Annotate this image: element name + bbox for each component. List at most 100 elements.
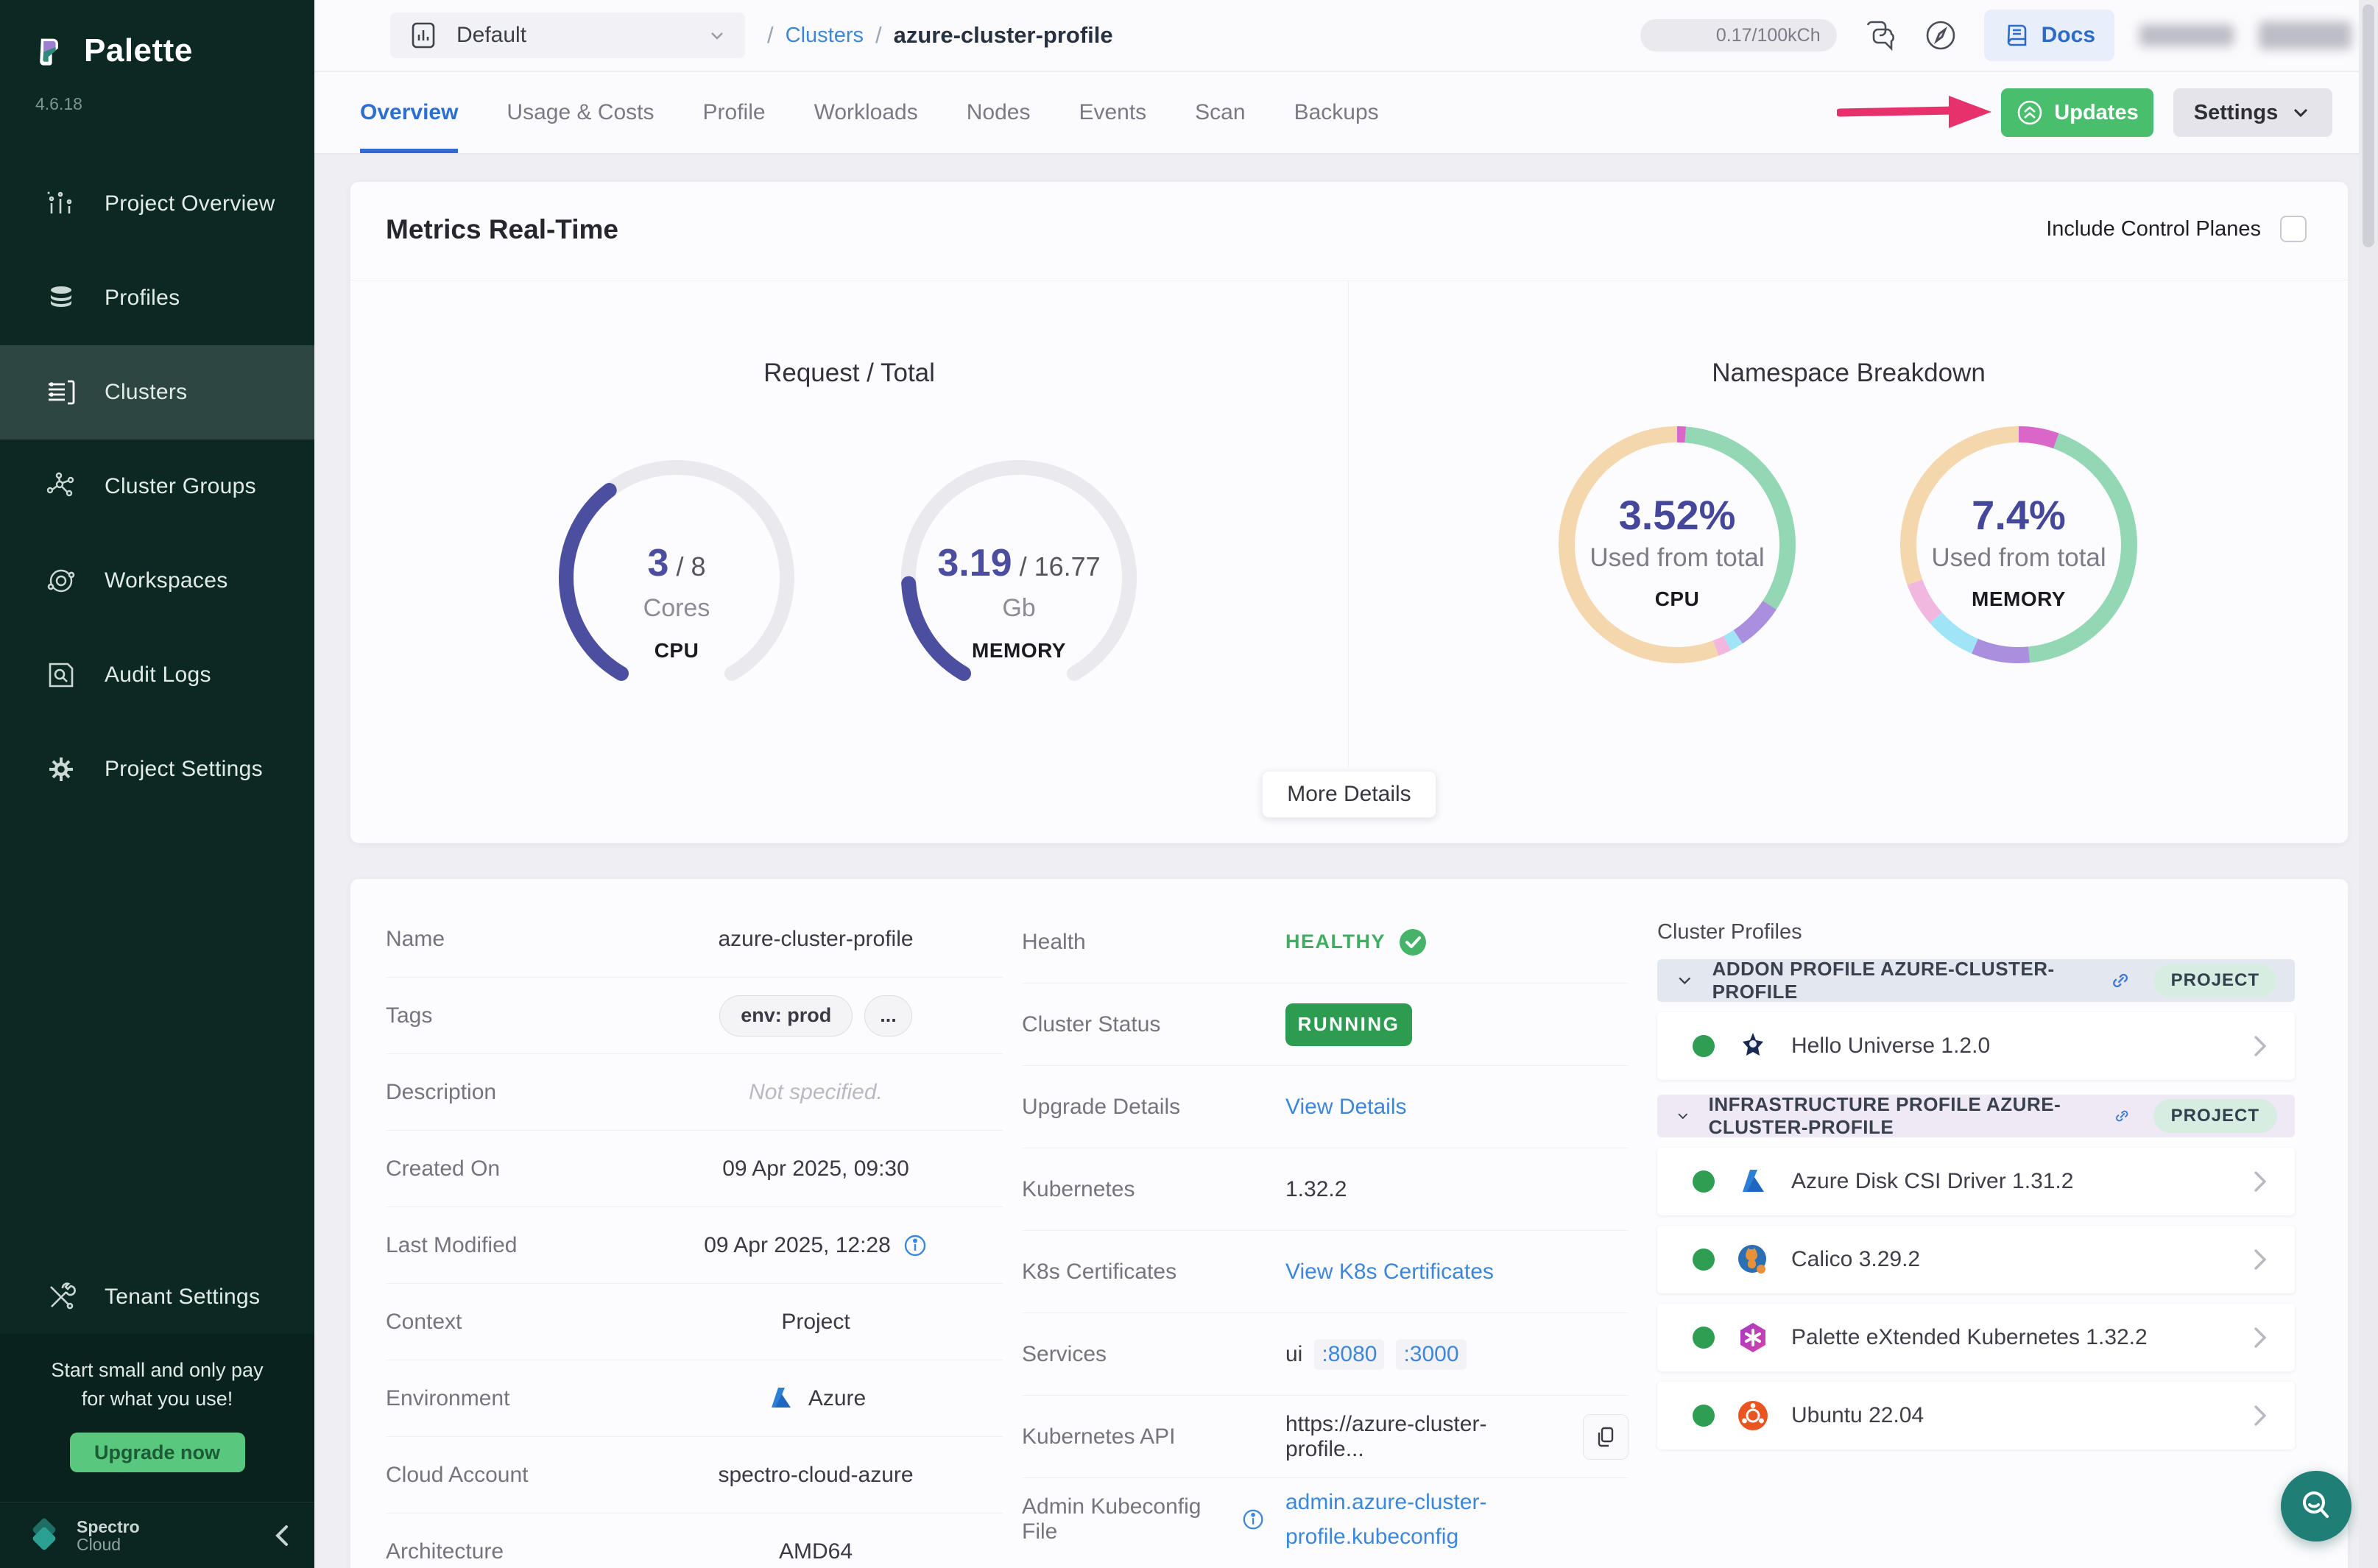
more-details-button[interactable]: More Details [1262, 771, 1436, 818]
info-icon[interactable] [903, 1233, 928, 1258]
tab-usage-costs[interactable]: Usage & Costs [507, 72, 654, 153]
docs-label: Docs [2042, 23, 2095, 48]
tab-workloads[interactable]: Workloads [814, 72, 918, 153]
info-icon[interactable] [1241, 1507, 1265, 1532]
breadcrumb-separator: / [767, 22, 774, 49]
credits-pill: 0.17/100kCh [1640, 19, 1837, 52]
detail-label: Environment [386, 1386, 629, 1411]
collapse-sidebar-icon[interactable] [272, 1521, 294, 1550]
profile-row-calico[interactable]: Calico 3.29.2 [1657, 1226, 2295, 1293]
tab-scan[interactable]: Scan [1195, 72, 1245, 153]
detail-row-upgrade-details: Upgrade Details View Details [1022, 1066, 1629, 1148]
detail-row-health: Health HEALTHY [1022, 901, 1629, 983]
chevron-right-icon [2251, 1031, 2270, 1061]
include-control-planes-checkbox[interactable] [2280, 216, 2307, 242]
detail-label: Cloud Account [386, 1463, 629, 1488]
tab-events[interactable]: Events [1079, 72, 1146, 153]
upgrade-now-button[interactable]: Upgrade now [70, 1433, 245, 1472]
sidebar-item-clusters[interactable]: Clusters [0, 345, 314, 439]
pxk-pack-icon [1735, 1320, 1771, 1355]
chevron-right-icon [2251, 1401, 2270, 1430]
redacted-account-name[interactable] [2259, 21, 2351, 49]
tenant-settings-label: Tenant Settings [105, 1285, 260, 1310]
copy-button[interactable] [1583, 1414, 1629, 1460]
last-modified-value: 09 Apr 2025, 12:28 [704, 1233, 891, 1258]
tab-overview[interactable]: Overview [360, 72, 458, 153]
tab-backups[interactable]: Backups [1294, 72, 1379, 153]
project-badge: PROJECT [2153, 964, 2277, 997]
project-selector[interactable]: Default [390, 13, 745, 58]
kubernetes-api-value: https://azure-cluster-profile... [1285, 1412, 1565, 1462]
context-value: Project [781, 1310, 850, 1335]
addon-profile-header[interactable]: ADDON PROFILE AZURE-CLUSTER-PROFILE PROJ… [1657, 959, 2295, 1002]
kubernetes-version-value: 1.32.2 [1285, 1177, 1347, 1202]
compass-icon[interactable] [1922, 17, 1959, 54]
sidebar-footer: Spectro Cloud [0, 1502, 314, 1568]
scrollbar-thumb[interactable] [2363, 4, 2374, 247]
breadcrumb-clusters-link[interactable]: Clusters [786, 24, 864, 48]
search-icon [2297, 1487, 2335, 1525]
tab-nodes[interactable]: Nodes [967, 72, 1031, 153]
view-k8s-certificates-link[interactable]: View K8s Certificates [1285, 1260, 1494, 1285]
network-icon [44, 470, 78, 504]
cluster-status-badge: RUNNING [1285, 1003, 1412, 1046]
detail-row-services: Services ui :8080 :3000 [1022, 1313, 1629, 1396]
detail-label: Admin Kubeconfig File [1022, 1494, 1231, 1544]
profile-row-palette-extended-k8s[interactable]: Palette eXtended Kubernetes 1.32.2 [1657, 1304, 2295, 1371]
app-version: 4.6.18 [0, 69, 314, 114]
sidebar-item-project-overview[interactable]: Project Overview [0, 157, 314, 251]
service-port-8080-link[interactable]: :8080 [1314, 1339, 1384, 1370]
link-icon[interactable] [2109, 968, 2131, 993]
memory-request-value: 3.19 [937, 541, 1012, 585]
profile-row-ubuntu[interactable]: Ubuntu 22.04 [1657, 1382, 2295, 1449]
memory-gauge-label: MEMORY [972, 639, 1066, 663]
sidebar-item-cluster-groups[interactable]: Cluster Groups [0, 439, 314, 534]
doc-search-icon [44, 658, 78, 692]
cpu-request-total: / 8 [676, 551, 705, 582]
search-fab-button[interactable] [2281, 1471, 2351, 1541]
app-logo: Palette [0, 0, 314, 69]
tag-env-prod[interactable]: env: prod [719, 995, 853, 1036]
sidebar-item-project-settings[interactable]: Project Settings [0, 722, 314, 816]
infrastructure-profile-header[interactable]: INFRASTRUCTURE PROFILE AZURE-CLUSTER-PRO… [1657, 1095, 2295, 1137]
brand-name-top: Spectro [77, 1518, 140, 1536]
settings-button[interactable]: Settings [2173, 88, 2332, 137]
calico-pack-icon [1735, 1242, 1771, 1277]
service-port-3000-link[interactable]: :3000 [1396, 1339, 1466, 1370]
updates-button[interactable]: Updates [2001, 88, 2153, 137]
memory-unit: Gb [1002, 594, 1035, 623]
tab-profile[interactable]: Profile [703, 72, 766, 153]
status-dot-icon [1693, 1170, 1715, 1193]
metrics-header: Metrics Real-Time Include Control Planes [350, 182, 2348, 280]
memory-request-total: / 16.77 [1020, 551, 1101, 582]
azure-icon [766, 1383, 797, 1414]
link-icon[interactable] [2113, 1103, 2131, 1129]
sidebar: Palette 4.6.18 Project Overview Profiles [0, 0, 314, 1568]
sidebar-item-tenant-settings[interactable]: Tenant Settings [0, 1260, 314, 1334]
view-details-link[interactable]: View Details [1285, 1095, 1407, 1120]
settings-label: Settings [2194, 101, 2278, 125]
sidebar-item-label: Project Settings [105, 757, 263, 782]
admin-kubeconfig-link[interactable]: admin.azure-cluster- profile.kubeconfig [1285, 1485, 1486, 1554]
promo-text-line1: Start small and only pay [0, 1356, 314, 1385]
docs-button[interactable]: Docs [1984, 10, 2114, 61]
project-scope-icon [408, 20, 439, 51]
sidebar-item-profiles[interactable]: Profiles [0, 251, 314, 345]
tag-more[interactable]: ... [864, 995, 912, 1036]
details-middle-column: Health HEALTHY Cluster Status RUNNING Up… [1022, 901, 1629, 1561]
profile-row-azure-disk-csi[interactable]: Azure Disk CSI Driver 1.31.2 [1657, 1148, 2295, 1215]
chat-icon[interactable] [1862, 18, 1897, 53]
profile-row-hello-universe[interactable]: Hello Universe 1.2.0 [1657, 1012, 2295, 1080]
sidebar-item-workspaces[interactable]: Workspaces [0, 534, 314, 628]
scrollbar-track[interactable] [2359, 0, 2378, 1568]
detail-row-last-modified: Last Modified 09 Apr 2025, 12:28 [386, 1207, 1003, 1284]
metrics-title: Metrics Real-Time [386, 214, 618, 245]
namespace-memory-caption: Used from total [1931, 543, 2106, 573]
metrics-card: Metrics Real-Time Include Control Planes… [350, 181, 2349, 844]
cluster-details-card: Name azure-cluster-profile Tags env: pro… [350, 878, 2349, 1568]
profile-pack-name: Palette eXtended Kubernetes 1.32.2 [1791, 1325, 2148, 1350]
profile-pack-name: Ubuntu 22.04 [1791, 1403, 1924, 1428]
detail-label: Tags [386, 1003, 629, 1028]
sidebar-item-label: Project Overview [105, 191, 275, 216]
sidebar-item-audit-logs[interactable]: Audit Logs [0, 628, 314, 722]
